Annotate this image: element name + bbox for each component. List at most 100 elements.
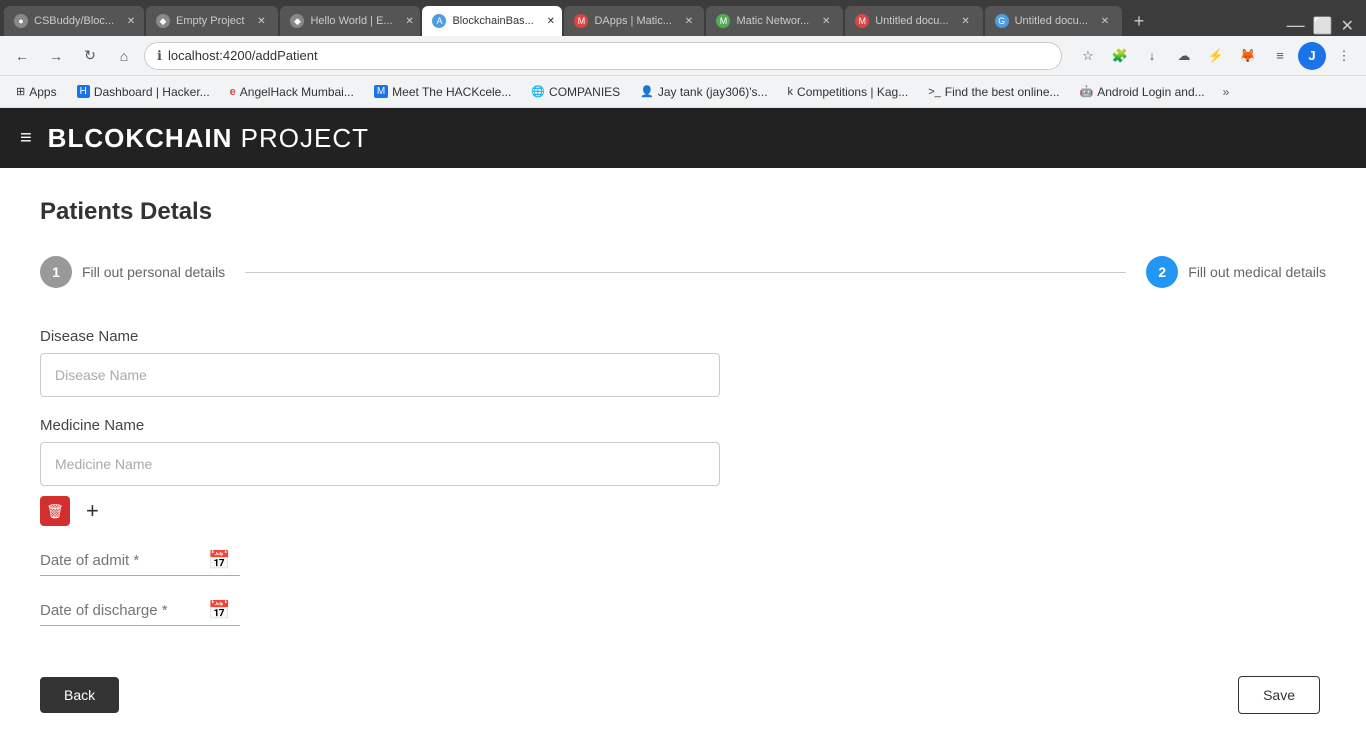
step-2-label: Fill out medical details <box>1188 264 1326 280</box>
forward-nav-button[interactable]: → <box>42 42 70 70</box>
back-button[interactable]: Back <box>40 677 119 713</box>
bookmark-angelhack[interactable]: e AngelHack Mumbai... <box>222 83 362 101</box>
new-tab-button[interactable]: + <box>1124 6 1154 36</box>
extension-puzzle-button[interactable]: 🧩 <box>1106 42 1134 70</box>
tab-close-empty[interactable]: ✕ <box>254 14 268 28</box>
browser-toolbar: ← → ↻ ⌂ ℹ localhost:4200/addPatient ☆ 🧩 … <box>0 36 1366 76</box>
extension-button4[interactable]: ⚡ <box>1202 42 1230 70</box>
medicine-name-input[interactable] <box>40 442 720 486</box>
extension-button2[interactable]: ↓ <box>1138 42 1166 70</box>
tab-helloworld[interactable]: ◆ Hello World | E... ✕ <box>280 6 420 36</box>
bookmark-dashboard-label: Dashboard | Hacker... <box>94 85 210 99</box>
tab-icon-helloworld: ◆ <box>290 14 304 28</box>
bookmark-dashboard[interactable]: H Dashboard | Hacker... <box>69 83 218 101</box>
tab-close-helloworld[interactable]: ✕ <box>403 14 417 28</box>
apps-icon: ⊞ <box>16 85 25 98</box>
tab-label-csbuddy: CSBuddy/Bloc... <box>34 15 114 27</box>
stepper: 1 Fill out personal details 2 Fill out m… <box>40 256 1326 288</box>
add-medicine-button[interactable]: + <box>82 498 103 524</box>
app-header: ≡ BLCOKCHAIN PROJECT <box>0 108 1366 168</box>
app-title-bold: BLCOKCHAIN <box>48 123 233 153</box>
tab-label-blockchain: BlockchainBas... <box>452 15 533 27</box>
bookmark-jay[interactable]: 👤 Jay tank (jay306)'s... <box>632 83 775 101</box>
address-text: localhost:4200/addPatient <box>168 48 318 63</box>
android-icon: 🤖 <box>1080 85 1094 98</box>
step-2-circle: 2 <box>1146 256 1178 288</box>
tab-gdoc[interactable]: G Untitled docu... ✕ <box>985 6 1122 36</box>
tab-gmail[interactable]: M Untitled docu... ✕ <box>845 6 982 36</box>
date-discharge-input[interactable] <box>40 602 200 619</box>
bookmark-star-button[interactable]: ☆ <box>1074 42 1102 70</box>
disease-name-input[interactable] <box>40 353 720 397</box>
step-1: 1 Fill out personal details <box>40 256 225 288</box>
address-bar[interactable]: ℹ localhost:4200/addPatient <box>144 42 1062 70</box>
tab-icon-dapps: M <box>574 14 588 28</box>
date-admit-input[interactable] <box>40 552 200 569</box>
maximize-button[interactable]: ⬜ <box>1313 16 1333 36</box>
step-connector <box>245 272 1126 273</box>
form-section: Disease Name Medicine Name 🗑 + <box>40 328 940 626</box>
bookmark-find-label: Find the best online... <box>945 85 1060 99</box>
lock-icon: ℹ <box>157 48 162 64</box>
meet-icon: M <box>374 85 388 98</box>
home-button[interactable]: ⌂ <box>110 42 138 70</box>
bookmark-competitions[interactable]: k Competitions | Kag... <box>780 83 917 101</box>
step-2-number: 2 <box>1158 264 1166 280</box>
date-admit-wrapper: 📅 <box>40 550 940 576</box>
close-window-button[interactable]: ✕ <box>1341 16 1354 36</box>
bookmark-apps[interactable]: ⊞ Apps <box>8 83 65 101</box>
bookmark-jay-label: Jay tank (jay306)'s... <box>658 85 768 99</box>
disease-label: Disease Name <box>40 328 940 345</box>
tab-matic[interactable]: M Matic Networ... ✕ <box>706 6 843 36</box>
tab-icon-gmail: M <box>855 14 869 28</box>
minimize-button[interactable]: — <box>1287 15 1305 36</box>
date-discharge-calendar-icon[interactable]: 📅 <box>208 600 230 621</box>
step-2: 2 Fill out medical details <box>1146 256 1326 288</box>
tab-close-dapps[interactable]: ✕ <box>682 14 696 28</box>
tab-csbuddy[interactable]: ● CSBuddy/Bloc... ✕ <box>4 6 144 36</box>
reload-button[interactable]: ↻ <box>76 42 104 70</box>
find-icon: >_ <box>928 86 941 98</box>
date-discharge-row: 📅 <box>40 600 240 626</box>
tab-icon-gdoc: G <box>995 14 1009 28</box>
more-menu-button[interactable]: ⋮ <box>1330 42 1358 70</box>
tab-dapps[interactable]: M DApps | Matic... ✕ <box>564 6 704 36</box>
bookmark-android[interactable]: 🤖 Android Login and... <box>1072 83 1213 101</box>
tab-label-matic: Matic Networ... <box>736 15 809 27</box>
tab-label-gdoc: Untitled docu... <box>1015 15 1088 27</box>
bookmark-companies[interactable]: 🌐 COMPANIES <box>523 83 628 101</box>
dashboard-icon: H <box>77 85 90 98</box>
extension-button6[interactable]: ≡ <box>1266 42 1294 70</box>
date-discharge-wrapper: 📅 <box>40 600 940 626</box>
date-admit-calendar-icon[interactable]: 📅 <box>208 550 230 571</box>
tab-icon-empty: ◆ <box>156 14 170 28</box>
jay-icon: 👤 <box>640 85 654 98</box>
back-nav-button[interactable]: ← <box>8 42 36 70</box>
bookmark-apps-label: Apps <box>29 85 56 99</box>
tab-close-csbuddy[interactable]: ✕ <box>124 14 138 28</box>
bookmarks-more-button[interactable]: » <box>1217 83 1236 101</box>
tab-close-gmail[interactable]: ✕ <box>959 14 973 28</box>
bookmark-find[interactable]: >_ Find the best online... <box>920 83 1067 101</box>
extension-button3[interactable]: ☁ <box>1170 42 1198 70</box>
bookmark-meet[interactable]: M Meet The HACKcele... <box>366 83 520 101</box>
page-title: Patients Detals <box>40 198 1326 226</box>
step-1-circle: 1 <box>40 256 72 288</box>
step-1-label: Fill out personal details <box>82 264 225 280</box>
bookmark-meet-label: Meet The HACKcele... <box>392 85 511 99</box>
step-1-number: 1 <box>52 264 60 280</box>
tab-close-matic[interactable]: ✕ <box>819 14 833 28</box>
tab-icon-matic: M <box>716 14 730 28</box>
app-title: BLCOKCHAIN PROJECT <box>48 123 369 154</box>
tab-empty[interactable]: ◆ Empty Project ✕ <box>146 6 278 36</box>
tab-close-blockchain[interactable]: ✕ <box>544 14 558 28</box>
hamburger-menu-icon[interactable]: ≡ <box>20 127 32 150</box>
profile-button[interactable]: J <box>1298 42 1326 70</box>
tab-icon-blockchain: A <box>432 14 446 28</box>
save-button[interactable]: Save <box>1238 676 1320 714</box>
main-content: Patients Detals 1 Fill out personal deta… <box>0 168 1366 744</box>
tab-close-gdoc[interactable]: ✕ <box>1098 14 1112 28</box>
delete-medicine-button[interactable]: 🗑 <box>40 496 70 526</box>
tab-blockchain[interactable]: A BlockchainBas... ✕ <box>422 6 562 36</box>
extension-button5[interactable]: 🦊 <box>1234 42 1262 70</box>
